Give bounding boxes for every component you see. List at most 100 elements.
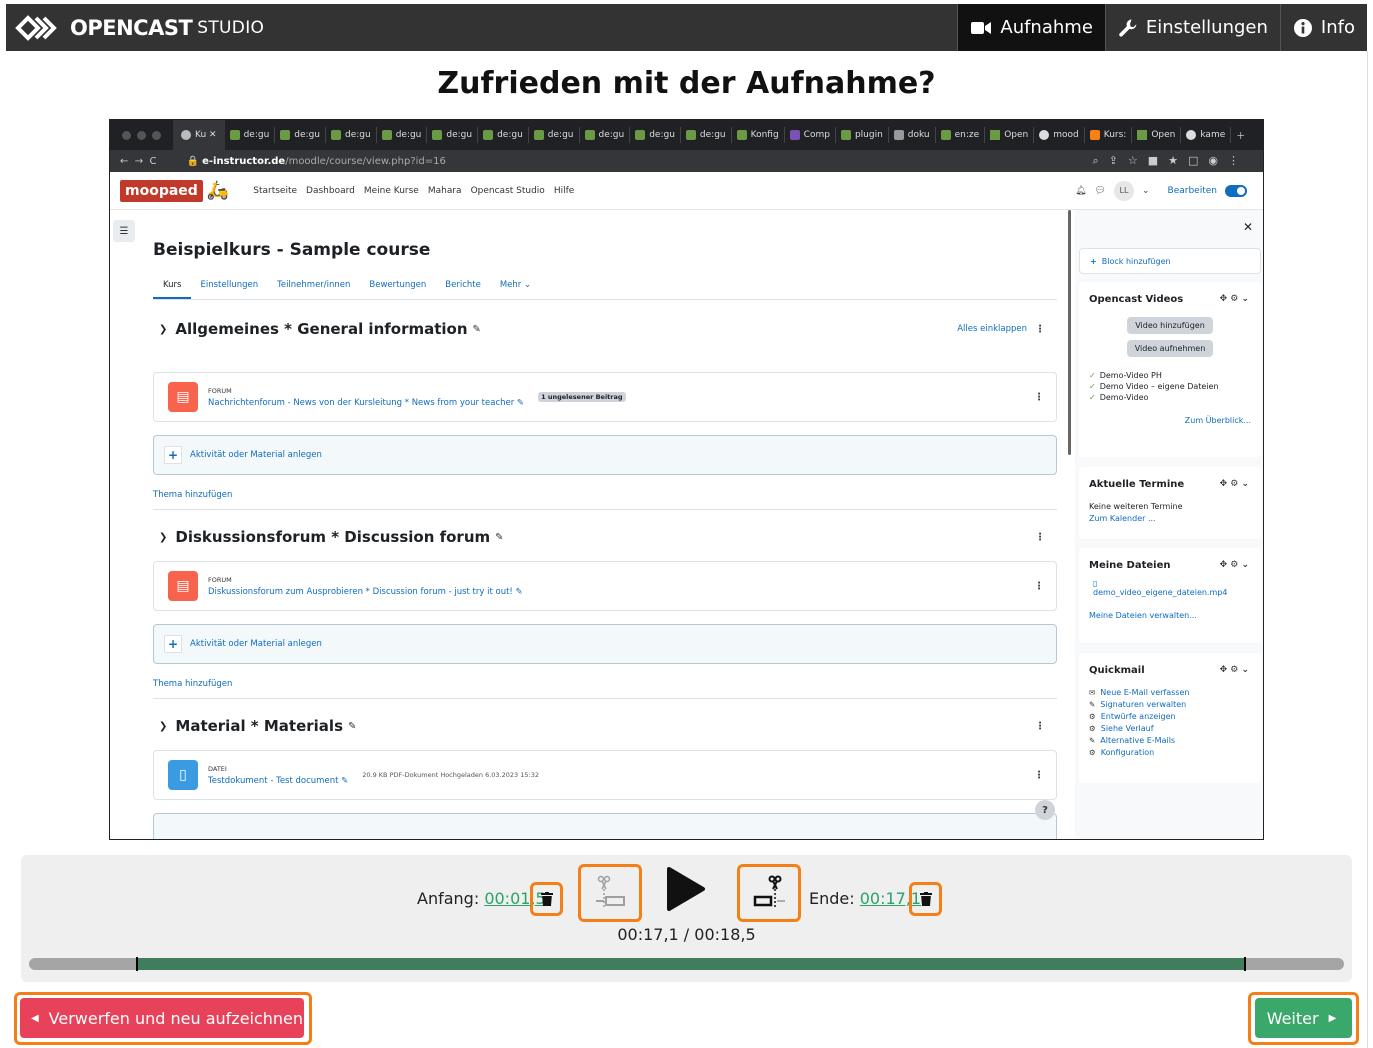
browser-tab: Open xyxy=(985,127,1035,143)
moodle-link: Mahara xyxy=(427,185,462,196)
moodle-link: Startseite xyxy=(253,185,298,196)
activity-item: ▯ DATEI Testdokument - Test document ✎ 2… xyxy=(153,750,1057,800)
moodle-navbar: moopaed 🛵 Startseite Dashboard Meine Kur… xyxy=(110,172,1263,210)
quickmail-item: Alternative E-Mails xyxy=(1100,736,1176,745)
kebab-icon: ⋮ xyxy=(1034,580,1044,592)
play-button[interactable] xyxy=(666,866,706,912)
activity-type: FORUM xyxy=(208,575,232,584)
plus-icon: + xyxy=(164,446,182,464)
start-marker[interactable] xyxy=(135,957,138,971)
browser-tab: de:gu xyxy=(630,127,681,143)
browser-tab: de:gu xyxy=(377,127,428,143)
overview-link: Zum Überblick... xyxy=(1184,416,1251,425)
video-camera-icon xyxy=(971,21,992,34)
chevron-down-icon: ❯ xyxy=(159,720,168,732)
check-icon: ✓ xyxy=(1089,371,1096,380)
browser-nav-icons: ← → C xyxy=(120,155,157,167)
browser-tab: de:gu xyxy=(275,127,326,143)
wrench-icon xyxy=(1119,19,1137,37)
moodle-logo: moopaed xyxy=(120,179,203,202)
brand-main: OPENCAST xyxy=(70,15,193,40)
file-icon: ▯ xyxy=(1093,579,1098,588)
browser-tab: Open xyxy=(1132,127,1182,143)
activity-type: FORUM xyxy=(208,386,232,395)
pencil-icon: ✎ xyxy=(472,323,481,335)
block-controls-icon: ✥ ⚙ ⌄ xyxy=(1219,665,1249,675)
collapse-all-link: Alles einklappen xyxy=(957,324,1027,334)
help-icon: ? xyxy=(1035,800,1055,820)
nav-settings[interactable]: Einstellungen xyxy=(1104,4,1280,51)
chat-icon: 💬︎ xyxy=(1094,185,1106,196)
gear-icon: ⚙ xyxy=(1089,712,1096,721)
trash-icon xyxy=(920,892,932,906)
video-item: Demo Video – eigene Dateien xyxy=(1099,382,1219,391)
add-activity-label: Aktivität oder Material anlegen xyxy=(190,639,322,649)
trim-timeline[interactable] xyxy=(29,957,1344,971)
course-tab: Bewertungen xyxy=(369,280,427,290)
video-item: Demo-Video xyxy=(1099,393,1149,402)
course-tab: Teilnehmer/innen xyxy=(277,280,351,290)
next-button[interactable]: Weiter ▶ xyxy=(1255,998,1352,1038)
nav-recording-label: Aufnahme xyxy=(1000,17,1093,38)
opencast-diamond-icon xyxy=(15,14,57,41)
gear-icon: ⚙ xyxy=(1089,748,1096,757)
set-start-cut-button[interactable] xyxy=(589,872,631,914)
end-label: Ende: 00:17,1 xyxy=(809,889,922,908)
end-marker[interactable] xyxy=(1244,957,1247,971)
start-label: Anfang: 00:01,5 xyxy=(417,889,546,908)
section-title: Allgemeines * General information xyxy=(175,320,468,338)
browser-tab: de:gu xyxy=(529,127,580,143)
scissors-cut-start-icon xyxy=(596,875,625,909)
pencil-icon: ✎ xyxy=(1089,736,1096,745)
section-divider xyxy=(153,509,1057,510)
set-end-cut-button[interactable] xyxy=(748,872,790,914)
course-tab: Berichte xyxy=(445,280,481,290)
quickmail-item: Signaturen verwalten xyxy=(1100,700,1187,709)
course-content: Beispielkurs - Sample course Kurs Einste… xyxy=(152,210,1057,839)
video-preview[interactable]: Ku ✕ de:gu de:gu de:gu de:gu de:gu de:gu… xyxy=(109,119,1264,840)
envelope-icon: ✉ xyxy=(1089,688,1096,697)
nav-info[interactable]: Info xyxy=(1279,4,1367,51)
window-controls xyxy=(122,130,161,140)
opencast-logo[interactable]: OPENCAST STUDIO xyxy=(14,11,264,45)
course-tab: Einstellungen xyxy=(200,280,259,290)
moodle-link: Hilfe xyxy=(553,185,575,196)
pencil-icon: ✎ xyxy=(1089,700,1096,709)
nav-recording[interactable]: Aufnahme xyxy=(957,4,1105,51)
avatar: LL xyxy=(1114,180,1134,201)
chevron-down-icon: ❯ xyxy=(159,531,168,543)
add-block: + Block hinzufügen xyxy=(1079,248,1261,274)
play-icon xyxy=(667,867,705,911)
section-header: ❯ Material * Materials ✎ ⋮ xyxy=(153,717,1057,735)
events-block: Aktuelle Termine ✥ ⚙ ⌄ Keine weiteren Te… xyxy=(1079,467,1261,539)
document-icon: ▯ xyxy=(168,760,198,790)
plus-icon: + xyxy=(164,635,182,653)
trash-icon xyxy=(541,892,553,906)
quickmail-item: Entwürfe anzeigen xyxy=(1100,712,1176,721)
browser-tab: plugin xyxy=(836,127,889,143)
clear-end-button[interactable] xyxy=(915,888,937,910)
pencil-icon: ✎ xyxy=(495,531,504,543)
browser-addressbar: ← → C 🔒 e-instructor.de/moodle/course/vi… xyxy=(110,150,1263,172)
browser-tab: de:gu xyxy=(478,127,529,143)
unread-badge: 1 ungelesener Beitrag xyxy=(538,392,626,402)
moodle-links: Startseite Dashboard Meine Kurse Mahara … xyxy=(253,186,574,196)
browser-tab: mood xyxy=(1034,127,1085,143)
scrollbar xyxy=(1068,210,1071,455)
url-text: 🔒 e-instructor.de/moodle/course/view.php… xyxy=(186,155,446,167)
moodle-link: Opencast Studio xyxy=(470,185,545,196)
scissors-cut-end-icon xyxy=(753,875,785,909)
main-nav: Aufnahme Einstellungen Info xyxy=(957,4,1367,51)
discard-and-rerecord-button[interactable]: ◀ Verwerfen und neu aufzeichnen xyxy=(20,998,304,1038)
course-tab: Kurs xyxy=(152,280,193,299)
review-title: Zufrieden mit der Aufnahme? xyxy=(437,66,936,101)
activity-name: Testdokument - Test document ✎ xyxy=(208,775,349,786)
block-controls-icon: ✥ ⚙ ⌄ xyxy=(1219,479,1249,489)
browser-tabbar: Ku ✕ de:gu de:gu de:gu de:gu de:gu de:gu… xyxy=(110,120,1263,150)
block-controls-icon: ✥ ⚙ ⌄ xyxy=(1219,294,1249,304)
kebab-icon: ⋮ xyxy=(1034,391,1044,403)
scooter-icon: 🛵 xyxy=(206,180,230,201)
block-drawer: ✕ + Block hinzufügen Opencast Videos ✥ ⚙… xyxy=(1075,210,1263,839)
clear-start-button[interactable] xyxy=(536,888,558,910)
brand-sub: STUDIO xyxy=(197,17,265,38)
